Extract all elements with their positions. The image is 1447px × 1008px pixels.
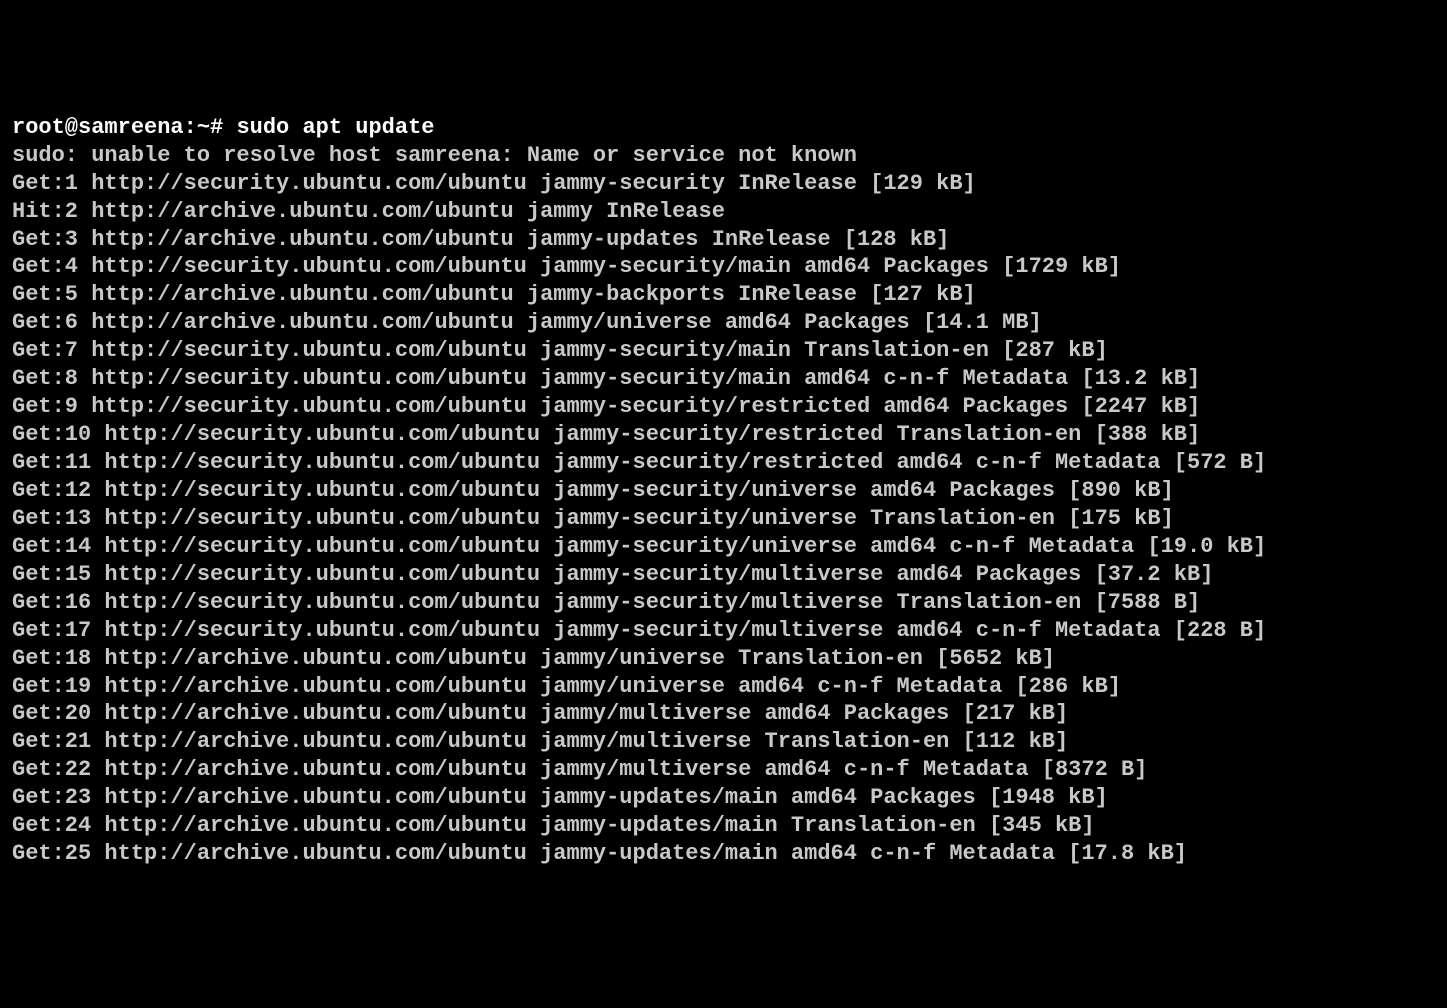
terminal-output-line: Get:19 http://archive.ubuntu.com/ubuntu … xyxy=(12,673,1435,701)
terminal-output-line: Get:25 http://archive.ubuntu.com/ubuntu … xyxy=(12,840,1435,868)
terminal-output-line: Get:13 http://security.ubuntu.com/ubuntu… xyxy=(12,505,1435,533)
shell-prompt: root@samreena:~# xyxy=(12,115,236,140)
terminal-output-line: Get:15 http://security.ubuntu.com/ubuntu… xyxy=(12,561,1435,589)
terminal-output-line: Get:6 http://archive.ubuntu.com/ubuntu j… xyxy=(12,309,1435,337)
terminal-output-line: Get:24 http://archive.ubuntu.com/ubuntu … xyxy=(12,812,1435,840)
terminal-output-line: Get:14 http://security.ubuntu.com/ubuntu… xyxy=(12,533,1435,561)
terminal-output-line: Get:20 http://archive.ubuntu.com/ubuntu … xyxy=(12,700,1435,728)
terminal-output-line: Get:23 http://archive.ubuntu.com/ubuntu … xyxy=(12,784,1435,812)
command-text: sudo apt update xyxy=(236,115,434,140)
terminal-output-line: sudo: unable to resolve host samreena: N… xyxy=(12,142,1435,170)
terminal-output-line: Get:7 http://security.ubuntu.com/ubuntu … xyxy=(12,337,1435,365)
terminal-output-line: Get:22 http://archive.ubuntu.com/ubuntu … xyxy=(12,756,1435,784)
terminal-output-line: Get:3 http://archive.ubuntu.com/ubuntu j… xyxy=(12,226,1435,254)
terminal-output-line: Hit:2 http://archive.ubuntu.com/ubuntu j… xyxy=(12,198,1435,226)
terminal-output-line: Get:12 http://security.ubuntu.com/ubuntu… xyxy=(12,477,1435,505)
terminal-output-line: Get:16 http://security.ubuntu.com/ubuntu… xyxy=(12,589,1435,617)
terminal-output-line: Get:8 http://security.ubuntu.com/ubuntu … xyxy=(12,365,1435,393)
terminal-output-line: Get:4 http://security.ubuntu.com/ubuntu … xyxy=(12,253,1435,281)
terminal-output-line: Get:9 http://security.ubuntu.com/ubuntu … xyxy=(12,393,1435,421)
output-lines: sudo: unable to resolve host samreena: N… xyxy=(12,142,1435,868)
terminal-output-line: Get:11 http://security.ubuntu.com/ubuntu… xyxy=(12,449,1435,477)
terminal-output-line: Get:18 http://archive.ubuntu.com/ubuntu … xyxy=(12,645,1435,673)
terminal-output-line: Get:5 http://archive.ubuntu.com/ubuntu j… xyxy=(12,281,1435,309)
terminal-output-line: Get:17 http://security.ubuntu.com/ubuntu… xyxy=(12,617,1435,645)
terminal-output-line: Get:1 http://security.ubuntu.com/ubuntu … xyxy=(12,170,1435,198)
terminal-output-line: Get:10 http://security.ubuntu.com/ubuntu… xyxy=(12,421,1435,449)
terminal-container[interactable]: root@samreena:~# sudo apt update sudo: u… xyxy=(12,114,1435,868)
terminal-output-line: Get:21 http://archive.ubuntu.com/ubuntu … xyxy=(12,728,1435,756)
